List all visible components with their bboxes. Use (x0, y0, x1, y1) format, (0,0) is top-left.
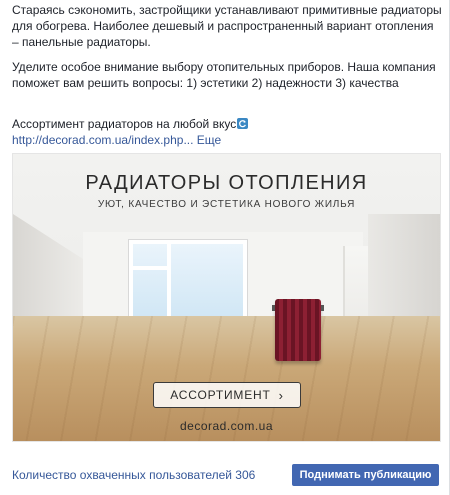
chevron-right-icon: › (278, 387, 284, 403)
post-card: Стараясь сэкономить, застройщики устанав… (0, 0, 450, 495)
ad-title: РАДИАТОРЫ ОТОПЛЕНИЯ (85, 172, 368, 194)
assortment-text: Ассортимент радиаторов на любой вкус (12, 117, 237, 131)
post-footer: Количество охваченных пользователей 306 … (0, 460, 449, 490)
post-link[interactable]: http://decorad.com.ua/index.php... (12, 133, 193, 147)
see-more-link[interactable]: Еще (197, 133, 221, 147)
ad-subtitle: УЮТ, КАЧЕСТВО И ЭСТЕТИКА НОВОГО ЖИЛЬЯ (97, 199, 356, 210)
assortment-button-label: АССОРТИМЕНТ (170, 388, 271, 402)
post-paragraph-2: Уделите особое внимание выбору отопитель… (12, 60, 436, 90)
post-link-line: http://decorad.com.ua/index.php... Еще (12, 132, 442, 148)
reach-count-link[interactable]: Количество охваченных пользователей 306 (12, 468, 255, 482)
assortment-button[interactable]: АССОРТИМЕНТ › (153, 382, 301, 408)
ad-image[interactable]: РАДИАТОРЫ ОТОПЛЕНИЯ УЮТ, КАЧЕСТВО И ЭСТЕ… (12, 153, 441, 442)
ad-domain: decorad.com.ua (179, 419, 274, 433)
post-paragraph-3: Ассортимент радиаторов на любой вкус (12, 116, 442, 132)
refresh-icon (237, 118, 249, 129)
radiator-image (272, 299, 324, 361)
window (129, 240, 247, 326)
boost-post-button[interactable]: Поднимать публикацию (292, 464, 439, 486)
post-paragraph-1: Стараясь сэкономить, застройщики устанав… (12, 3, 442, 49)
